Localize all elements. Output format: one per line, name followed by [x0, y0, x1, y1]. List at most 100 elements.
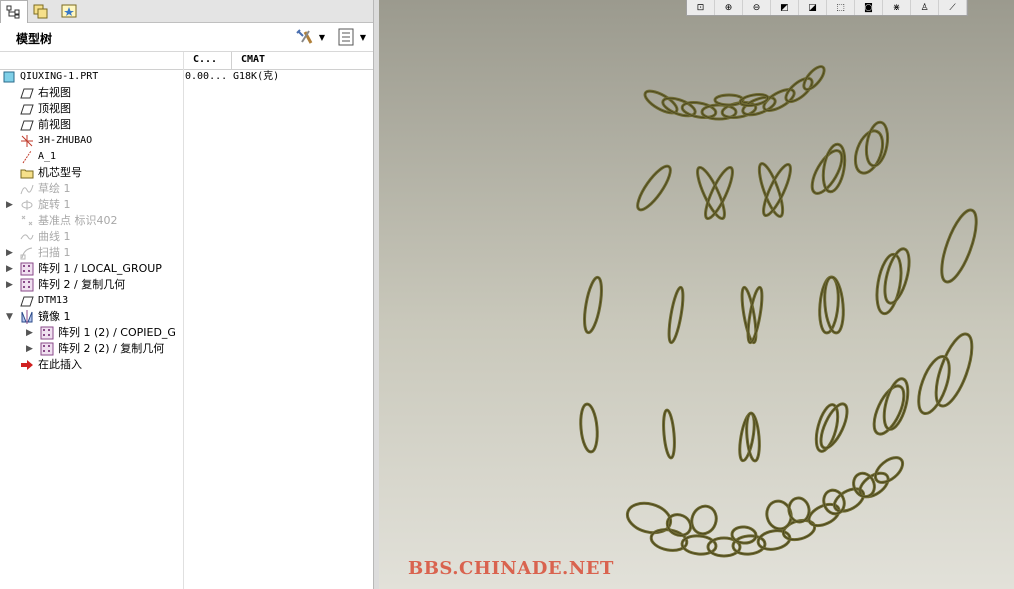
- part-icon: [3, 71, 15, 83]
- tree-item-label: 右视图: [38, 86, 71, 99]
- tree-row[interactable]: 机芯型号: [0, 165, 372, 181]
- display-style-icon[interactable]: ◙: [855, 0, 883, 15]
- expand-arrow-icon[interactable]: ▶: [6, 197, 13, 213]
- model-tree-tab[interactable]: [0, 0, 28, 23]
- tree-item-label: 镜像 1: [38, 310, 71, 323]
- tree-row[interactable]: 前视图: [0, 117, 372, 133]
- favorites-tab[interactable]: [56, 0, 82, 21]
- mirror-icon: [21, 310, 33, 324]
- revolve-icon: [21, 200, 33, 210]
- tree-item-label: A_1: [38, 151, 57, 162]
- coordinate-system-icon: [21, 135, 33, 147]
- tree-item-label: 旋转 1: [38, 198, 71, 211]
- layer-tree-tab[interactable]: [28, 0, 54, 21]
- watermark: BBS.CHINADE.NET: [408, 558, 614, 579]
- column-cmat[interactable]: CMAT: [241, 54, 265, 65]
- ring-geometry[interactable]: [912, 353, 955, 418]
- tree-row[interactable]: 基准点 标识402: [0, 213, 372, 229]
- tree-row[interactable]: ▶ 扫描 1: [0, 245, 372, 261]
- model-3d-view[interactable]: [379, 0, 1014, 589]
- layers-icon: [33, 4, 48, 18]
- ring-geometry[interactable]: [624, 499, 674, 537]
- tree-item-label: 阵列 1 / LOCAL_GROUP: [38, 262, 162, 275]
- tree-rows: QIUXING-1.PRT 0.00... G18K(克) 右视图顶视图前视图 3H-Z…: [0, 69, 372, 373]
- annotation-icon[interactable]: ♙: [911, 0, 939, 15]
- ring-geometry[interactable]: [688, 503, 720, 538]
- model-tree-panel: 模型树 ▼ ▼ C... CMAT QIUXING-1.PRT 0.00... G1…: [0, 0, 374, 589]
- tree-row[interactable]: DTM13: [0, 293, 372, 309]
- tree-settings-button[interactable]: ▼: [292, 26, 328, 48]
- chevron-down-icon: ▼: [359, 32, 367, 42]
- tree-item-label: 曲线 1: [38, 230, 71, 243]
- tree-row[interactable]: 草绘 1: [0, 181, 372, 197]
- tree-row[interactable]: ▼ 镜像 1: [0, 309, 372, 325]
- tree-row[interactable]: A_1: [0, 149, 372, 165]
- tree-row[interactable]: ▶ 阵列 2 (2) / 复制几何: [0, 341, 372, 357]
- pattern-icon: [40, 342, 54, 356]
- tree-row[interactable]: ▶ 旋转 1: [0, 197, 372, 213]
- list-icon: [338, 28, 354, 46]
- navigator-tab-strip: [0, 0, 374, 23]
- datum-point-icon: [21, 215, 33, 226]
- tree-item-label: 顶视图: [38, 102, 71, 115]
- tree-item-label: 阵列 2 / 复制几何: [38, 278, 126, 291]
- tree-item-label: 基准点 标识402: [38, 214, 118, 227]
- show-menu-button[interactable]: ▼: [334, 26, 370, 48]
- tree-item-label: 3H-ZHUBAO: [38, 135, 93, 146]
- expand-arrow-icon[interactable]: ▶: [6, 245, 13, 261]
- ring-outline: [663, 409, 675, 459]
- insert-here-arrow-icon: [21, 360, 33, 370]
- zoom-out-icon[interactable]: ⊖: [743, 0, 771, 15]
- expand-arrow-icon[interactable]: ▶: [6, 277, 13, 293]
- ring-outline: [668, 287, 684, 343]
- repaint-icon[interactable]: ◩: [771, 0, 799, 15]
- expand-arrow-icon[interactable]: ▶: [26, 341, 33, 357]
- tree-title: 模型树: [16, 32, 53, 46]
- collapse-arrow-icon[interactable]: ▼: [6, 309, 13, 325]
- sweep-icon: [20, 247, 33, 260]
- zoom-in-icon[interactable]: ⊕: [715, 0, 743, 15]
- tree-row[interactable]: 3H-ZHUBAO: [0, 133, 372, 149]
- tree-icon: [6, 5, 20, 19]
- saved-views-icon[interactable]: ⬚: [827, 0, 855, 15]
- datum-plane-icon: [20, 104, 34, 115]
- expand-arrow-icon[interactable]: ▶: [6, 261, 13, 277]
- spin-center-icon[interactable]: ⟋: [939, 0, 967, 15]
- pattern-icon: [40, 326, 54, 340]
- pattern-icon: [20, 278, 34, 292]
- tree-row[interactable]: 在此插入: [0, 357, 372, 373]
- tree-item-label: 阵列 1 (2) / COPIED_G: [58, 326, 176, 339]
- datum-plane-icon: [20, 296, 34, 307]
- datum-plane-icon: [20, 88, 34, 99]
- ring-geometry[interactable]: [880, 376, 913, 431]
- sketch-icon: [20, 184, 34, 195]
- favorites-icon: [61, 4, 77, 17]
- tools-icon: [296, 29, 313, 44]
- folder-icon: [20, 169, 34, 179]
- tree-header: 模型树 ▼ ▼: [0, 23, 374, 52]
- ring-geometry[interactable]: [871, 453, 907, 487]
- tree-row[interactable]: 曲线 1: [0, 229, 372, 245]
- tree-item-label: 前视图: [38, 118, 71, 131]
- tree-row[interactable]: ▶ 阵列 2 / 复制几何: [0, 277, 372, 293]
- ring-outline: [935, 333, 973, 407]
- chevron-down-icon: ▼: [318, 32, 326, 42]
- tree-row[interactable]: 顶视图: [0, 101, 372, 117]
- tree-item-label: DTM13: [38, 295, 69, 306]
- orient-icon[interactable]: ◪: [799, 0, 827, 15]
- graphics-viewport[interactable]: ⊡ ⊕ ⊖ ◩ ◪ ⬚ ◙ ⋇ ♙ ⟋ BBS.CHINADE.NET: [379, 0, 1014, 589]
- column-c[interactable]: C...: [193, 54, 217, 65]
- tree-row[interactable]: QIUXING-1.PRT 0.00... G18K(克): [0, 69, 372, 85]
- pattern-icon: [20, 262, 34, 276]
- datum-display-icon[interactable]: ⋇: [883, 0, 911, 15]
- tree-row[interactable]: 右视图: [0, 85, 372, 101]
- datum-axis-icon: [22, 150, 32, 164]
- cell-cmat: G18K(克): [233, 71, 280, 82]
- zoom-fit-icon[interactable]: ⊡: [687, 0, 715, 15]
- expand-arrow-icon[interactable]: ▶: [26, 325, 33, 341]
- tree-row[interactable]: ▶ 阵列 1 / LOCAL_GROUP: [0, 261, 372, 277]
- tree-item-label: 在此插入: [38, 358, 82, 371]
- ring-geometry[interactable]: [633, 162, 676, 214]
- tree-row[interactable]: ▶ 阵列 1 (2) / COPIED_G: [0, 325, 372, 341]
- tree-item-label: 扫描 1: [38, 246, 71, 259]
